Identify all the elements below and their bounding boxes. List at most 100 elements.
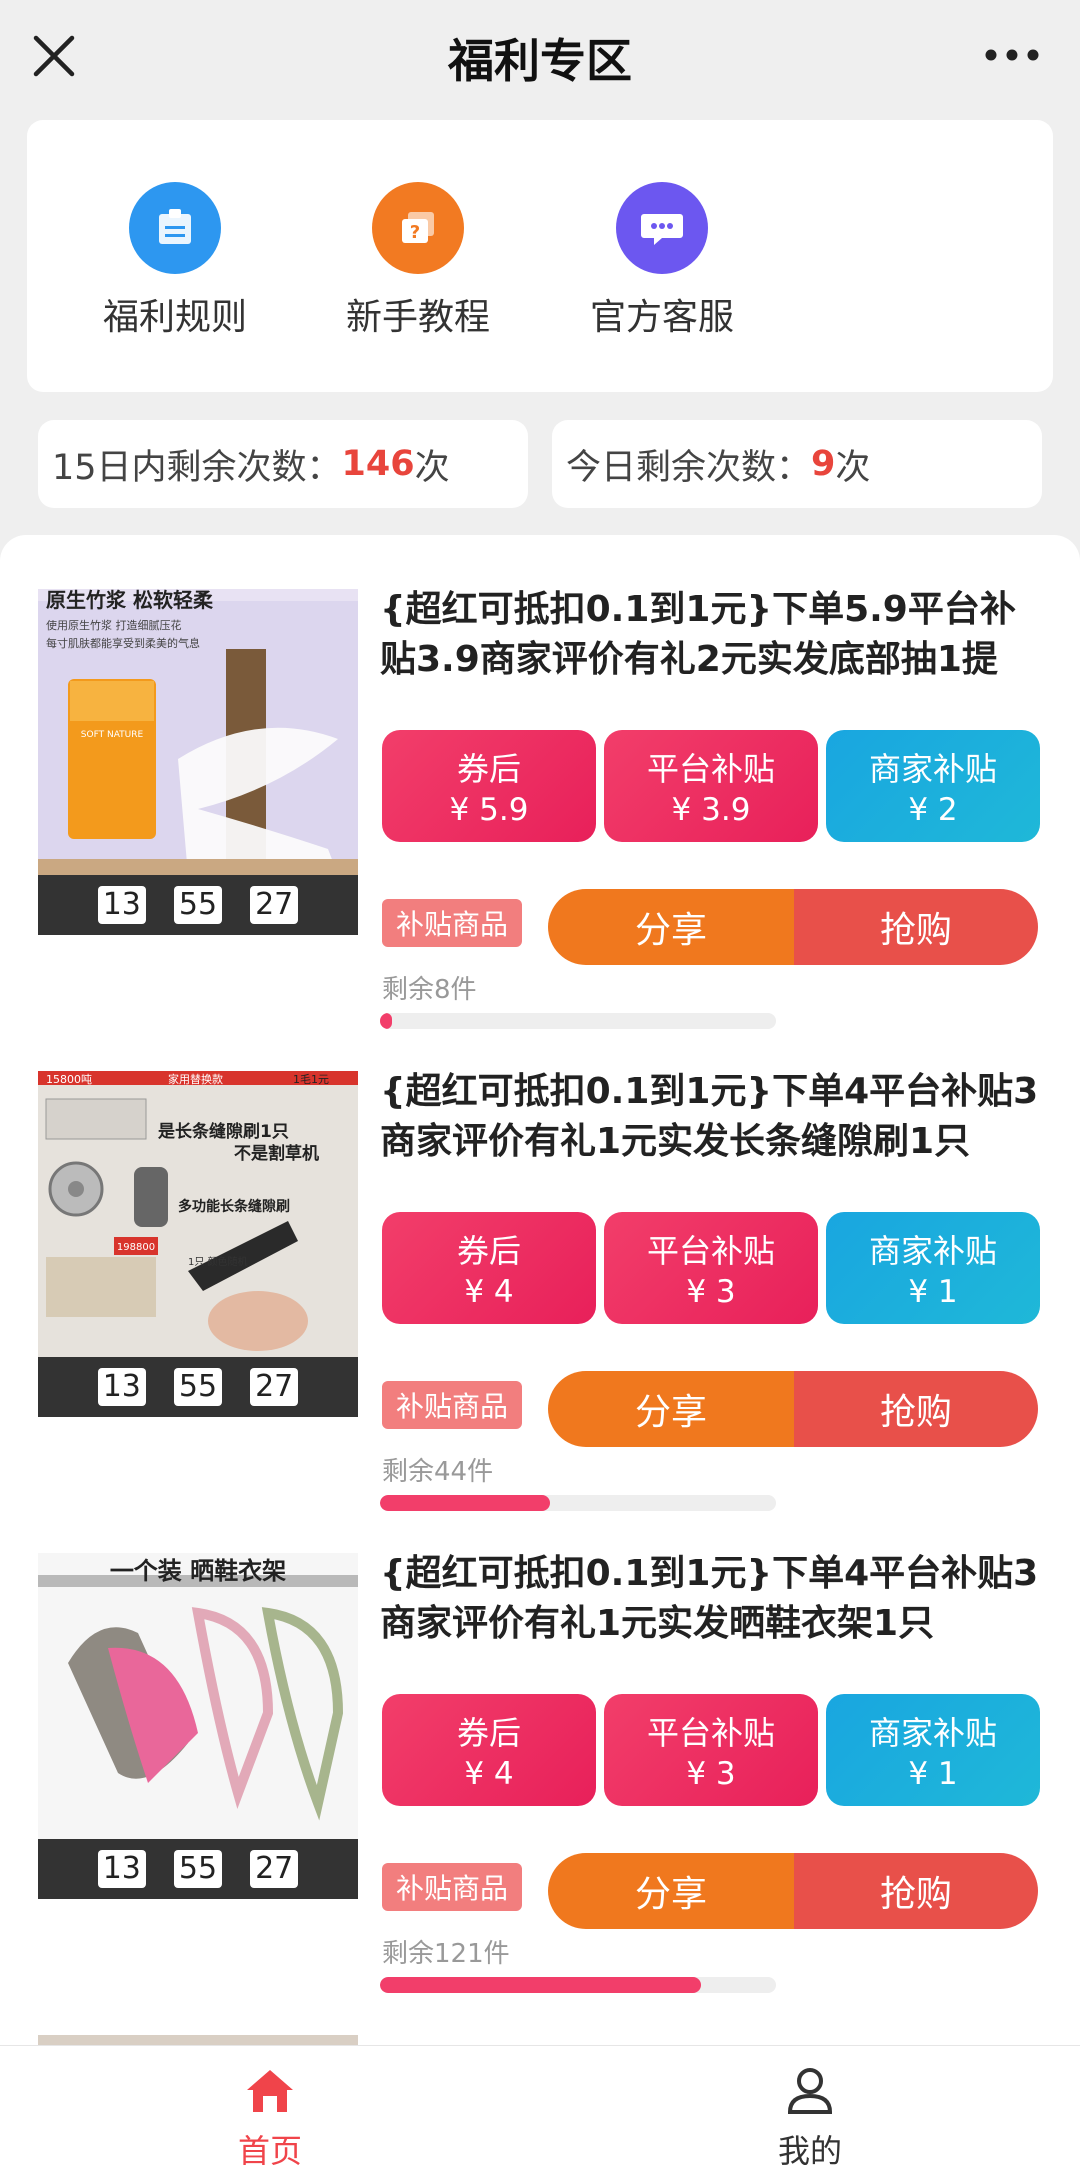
- counter-today: 今日剩余次数： 9 次: [552, 420, 1042, 508]
- stock-progress-bar: [380, 1977, 776, 1993]
- image-headline: 原生竹浆 松软轻柔: [46, 589, 214, 612]
- price-value: ¥ 4: [464, 1274, 514, 1310]
- subsidy-tag: 补贴商品: [382, 1863, 523, 1911]
- product-card[interactable]: 原生竹浆 松软轻柔 使用原生竹浆 打造细腻压花 每寸肌肤都能享受到柔美的气息 S…: [0, 535, 1080, 1029]
- user-icon: [787, 2068, 833, 2114]
- image-caption: 使用原生竹浆 打造细腻压花: [46, 618, 182, 632]
- counter-15day: 15日内剩余次数： 146 次: [38, 420, 528, 508]
- page-title: 福利专区: [448, 34, 632, 88]
- shortcut-service[interactable]: 官方客服: [562, 182, 762, 340]
- image-headline: 是长条缝隙刷1只: [158, 1121, 289, 1142]
- product-card[interactable]: 15800吨 家用替换款 1毛1元 是长条缝隙刷1只 不是割草机 多功能长条缝隙…: [0, 1017, 1080, 1511]
- countdown-timer: 13 55 27: [38, 875, 358, 935]
- price-row: 券后 ¥ 4 平台补贴 ¥ 3 商家补贴 ¥ 1: [382, 1694, 1040, 1806]
- shortcut-rules[interactable]: 福利规则: [75, 182, 275, 340]
- price-value: ¥ 1: [908, 1274, 958, 1310]
- tutorial-icon: ?: [372, 182, 464, 274]
- price-value: ¥ 4: [464, 1756, 514, 1792]
- shortcut-card: 福利规则 ? 新手教程 官方客服: [27, 120, 1053, 392]
- price-label: 平台补贴: [646, 750, 775, 788]
- counter-value: 9: [811, 444, 836, 484]
- price-value: ¥ 3: [686, 1274, 736, 1310]
- product-image[interactable]: 15800吨 家用替换款 1毛1元 是长条缝隙刷1只 不是割草机 多功能长条缝隙…: [38, 1071, 358, 1417]
- product-title[interactable]: {超红可抵扣0.1到1元}下单4平台补贴3商家评价有礼1元实发晒鞋衣架1只: [380, 1549, 1050, 1649]
- price-after-coupon: 券后 ¥ 5.9: [382, 730, 596, 842]
- stock-remaining: 剩余121件: [382, 1939, 510, 1969]
- price-value: ¥ 1: [908, 1756, 958, 1792]
- buy-button[interactable]: 抢购: [794, 889, 1038, 965]
- price-row: 券后 ¥ 4 平台补贴 ¥ 3 商家补贴 ¥ 1: [382, 1212, 1040, 1324]
- share-button[interactable]: 分享: [548, 889, 794, 965]
- price-label: 券后: [456, 1714, 521, 1752]
- price-platform-subsidy: 平台补贴 ¥ 3.9: [604, 730, 818, 842]
- image-label: 198800: [117, 1242, 155, 1253]
- price-row: 券后 ¥ 5.9 平台补贴 ¥ 3.9 商家补贴 ¥ 2: [382, 730, 1040, 842]
- price-label: 券后: [456, 750, 521, 788]
- image-caption: 1只 颜色随机: [188, 1255, 248, 1268]
- image-headline: 不是割草机: [234, 1143, 319, 1164]
- share-button[interactable]: 分享: [548, 1853, 794, 1929]
- timer-minutes: 55: [173, 1368, 223, 1406]
- price-platform-subsidy: 平台补贴 ¥ 3: [604, 1212, 818, 1324]
- counter-label: 15日内剩余次数：: [52, 447, 342, 488]
- product-image[interactable]: 原生竹浆 松软轻柔 使用原生竹浆 打造细腻压花 每寸肌肤都能享受到柔美的气息 S…: [38, 589, 358, 935]
- countdown-timer: 13 55 27: [38, 1839, 358, 1899]
- counter-label: 今日剩余次数：: [566, 447, 812, 488]
- price-value: ¥ 3: [686, 1756, 736, 1792]
- price-value: ¥ 5.9: [449, 792, 529, 828]
- price-label: 商家补贴: [868, 1232, 997, 1270]
- counter-value: 146: [341, 444, 415, 484]
- counter-unit: 次: [414, 447, 450, 488]
- price-merchant-subsidy: 商家补贴 ¥ 1: [826, 1212, 1040, 1324]
- more-icon[interactable]: [984, 48, 1040, 62]
- price-label: 平台补贴: [646, 1714, 775, 1752]
- header: 福利专区: [0, 0, 1080, 115]
- price-label: 商家补贴: [868, 1714, 997, 1752]
- subsidy-tag: 补贴商品: [382, 1381, 523, 1429]
- price-merchant-subsidy: 商家补贴 ¥ 2: [826, 730, 1040, 842]
- image-headline: 一个装 晒鞋衣架: [110, 1557, 286, 1585]
- timer-seconds: 27: [250, 1850, 299, 1888]
- nav-home[interactable]: 首页: [170, 2064, 370, 2172]
- shortcut-label: 福利规则: [102, 297, 247, 338]
- image-banner: 家用替换款: [168, 1072, 223, 1086]
- timer-hours: 13: [97, 1850, 146, 1888]
- nav-label: 我的: [777, 2132, 842, 2170]
- home-icon: [247, 2070, 293, 2112]
- product-list: 原生竹浆 松软轻柔 使用原生竹浆 打造细腻压花 每寸肌肤都能享受到柔美的气息 S…: [0, 535, 1080, 2045]
- stock-remaining: 剩余8件: [382, 975, 477, 1005]
- share-button[interactable]: 分享: [548, 1371, 794, 1447]
- product-card[interactable]: 一个装 晒鞋衣架 13 55 27 {超红可抵扣0.1到1元}下单4平台补贴3商…: [0, 1499, 1080, 1993]
- countdown-timer: 13 55 27: [38, 1357, 358, 1417]
- image-caption: 每寸肌肤都能享受到柔美的气息: [46, 636, 200, 650]
- price-platform-subsidy: 平台补贴 ¥ 3: [604, 1694, 818, 1806]
- nav-label: 首页: [237, 2132, 302, 2170]
- image-headline: 多功能长条缝隙刷: [178, 1198, 290, 1215]
- svg-text:?: ?: [410, 222, 420, 243]
- timer-hours: 13: [97, 1368, 146, 1406]
- stock-progress-fill: [380, 1977, 701, 1993]
- nav-profile[interactable]: 我的: [710, 2064, 910, 2172]
- product-image[interactable]: 一个装 晒鞋衣架 13 55 27: [38, 1553, 358, 1899]
- price-value: ¥ 3.9: [671, 792, 751, 828]
- price-merchant-subsidy: 商家补贴 ¥ 1: [826, 1694, 1040, 1806]
- next-product-image-partial: [38, 2035, 358, 2045]
- action-buttons: 分享 抢购: [548, 889, 1038, 965]
- price-label: 券后: [456, 1232, 521, 1270]
- shortcut-tutorial[interactable]: ? 新手教程: [318, 182, 518, 340]
- product-title[interactable]: {超红可抵扣0.1到1元}下单4平台补贴3商家评价有礼1元实发长条缝隙刷1只: [380, 1067, 1050, 1167]
- timer-seconds: 27: [250, 1368, 299, 1406]
- image-banner: 1毛1元: [293, 1073, 329, 1086]
- timer-seconds: 27: [250, 886, 299, 924]
- buy-button[interactable]: 抢购: [794, 1371, 1038, 1447]
- action-buttons: 分享 抢购: [548, 1371, 1038, 1447]
- price-value: ¥ 2: [908, 792, 958, 828]
- image-brand: SOFT NATURE: [81, 730, 144, 740]
- timer-minutes: 55: [173, 886, 223, 924]
- buy-button[interactable]: 抢购: [794, 1853, 1038, 1929]
- product-title[interactable]: {超红可抵扣0.1到1元}下单5.9平台补贴3.9商家评价有礼2元实发底部抽1提: [380, 585, 1050, 685]
- shortcut-label: 新手教程: [345, 297, 490, 338]
- bottom-nav: 首页 我的: [0, 2045, 1080, 2180]
- timer-minutes: 55: [173, 1850, 223, 1888]
- timer-hours: 13: [97, 886, 146, 924]
